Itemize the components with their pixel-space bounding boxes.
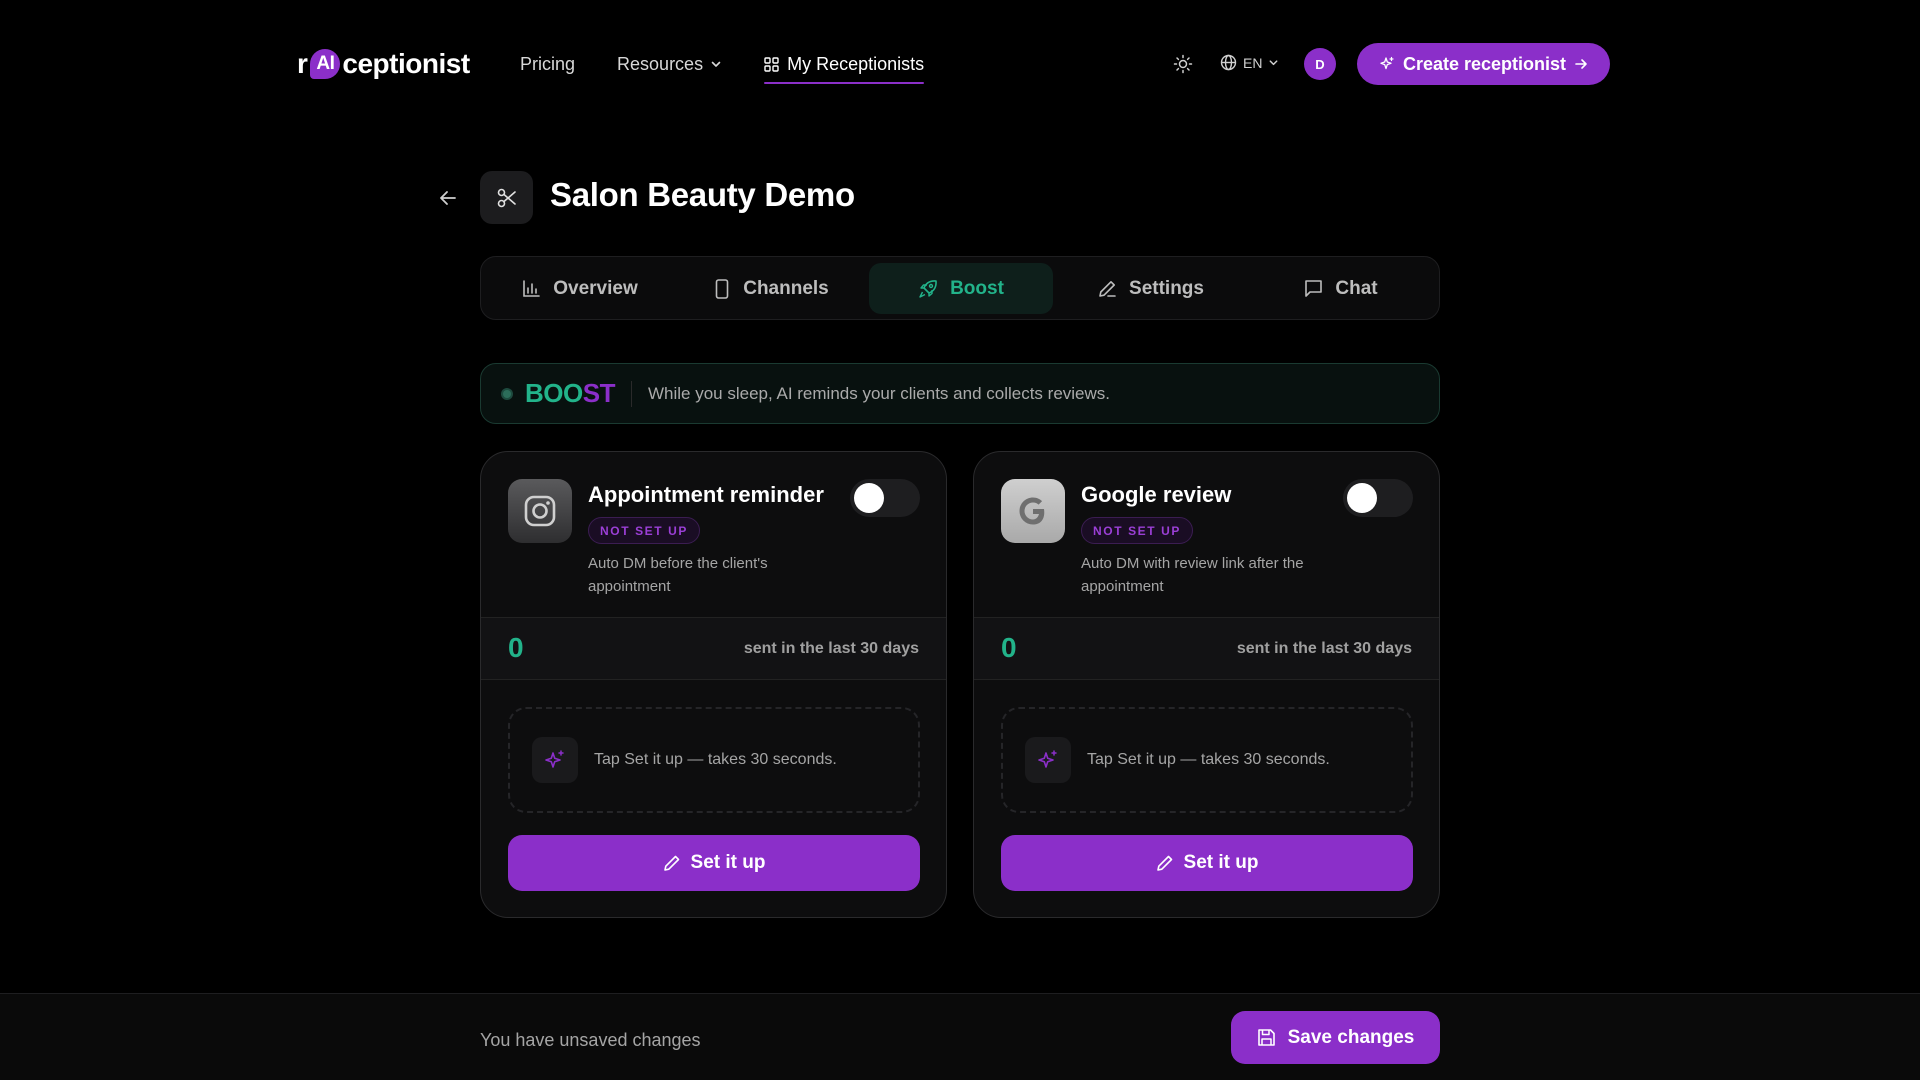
automation-card-google-review: Google review NOT SET UP Auto DM with re…	[973, 451, 1440, 918]
page-icon	[480, 171, 533, 224]
scissors-icon	[497, 188, 516, 207]
boost-wordmark: BOOST	[525, 378, 615, 409]
toggle-knob	[854, 483, 884, 513]
nav-resources-label: Resources	[617, 53, 704, 74]
tab-channels-label: Channels	[743, 277, 829, 299]
setup-hint: Tap Set it up — takes 30 seconds.	[508, 707, 920, 813]
toggle-knob	[1347, 483, 1377, 513]
setup-hint-text: Tap Set it up — takes 30 seconds.	[1087, 751, 1330, 768]
status-badge: NOT SET UP	[1081, 517, 1194, 544]
hint-icon-box	[532, 737, 578, 783]
set-it-up-button[interactable]: Set it up	[1001, 835, 1413, 891]
nav-pricing[interactable]: Pricing	[520, 50, 575, 78]
save-changes-label: Save changes	[1287, 1026, 1415, 1048]
tab-bar: Overview Channels Boost Settings Chat	[480, 256, 1440, 320]
nav-links: Pricing Resources My Receptionists	[520, 50, 966, 84]
sent-count: 0	[508, 632, 524, 663]
tab-overview-label: Overview	[553, 277, 638, 299]
unsaved-changes-text: You have unsaved changes	[480, 1030, 701, 1050]
avatar[interactable]: D	[1304, 48, 1336, 80]
set-it-up-label: Set it up	[1183, 852, 1259, 873]
tab-chat[interactable]: Chat	[1249, 263, 1433, 314]
setup-hint: Tap Set it up — takes 30 seconds.	[1001, 707, 1413, 813]
pencil-icon	[1156, 855, 1172, 871]
sent-count: 0	[1001, 632, 1017, 663]
globe-icon	[1220, 54, 1237, 71]
grid-icon	[764, 56, 779, 72]
unsaved-changes-bar: You have unsaved changes Save changes	[0, 993, 1920, 1080]
sparkles-icon	[1380, 56, 1394, 70]
set-it-up-label: Set it up	[690, 852, 766, 873]
card-description: Auto DM with review link after the appoi…	[1081, 555, 1304, 595]
chevron-down-icon	[1270, 60, 1278, 66]
nav-resources[interactable]: Resources	[617, 50, 722, 78]
tab-boost[interactable]: Boost	[869, 263, 1053, 314]
enable-toggle[interactable]	[850, 479, 920, 517]
message-icon	[1305, 280, 1323, 297]
sparkles-icon	[545, 750, 564, 768]
tab-settings-label: Settings	[1129, 277, 1204, 299]
phone-icon	[715, 278, 729, 299]
create-receptionist-label: Create receptionist	[1402, 53, 1567, 74]
chevron-down-icon	[711, 61, 721, 67]
sparkles-icon	[1038, 750, 1057, 768]
save-changes-button[interactable]: Save changes	[1231, 1011, 1440, 1064]
boost-banner: BOOST While you sleep, AI reminds your c…	[480, 363, 1440, 424]
boost-wordmark-a: BOO	[525, 378, 583, 408]
pencil-icon	[663, 855, 679, 871]
card-title: Google review	[1081, 482, 1232, 507]
set-it-up-button[interactable]: Set it up	[508, 835, 920, 891]
pencil-icon	[1099, 281, 1116, 297]
logo[interactable]: r AI ceptionist	[297, 44, 470, 84]
create-receptionist-button[interactable]: Create receptionist	[1357, 43, 1610, 85]
bar-chart-icon	[523, 280, 541, 297]
rocket-icon	[919, 279, 937, 298]
logo-ai-bubble: AI	[310, 49, 341, 79]
tab-settings[interactable]: Settings	[1059, 263, 1243, 314]
logo-text: ceptionist	[342, 48, 470, 79]
tab-overview[interactable]: Overview	[488, 263, 672, 314]
tab-chat-label: Chat	[1335, 277, 1378, 299]
sent-count-label: sent in the last 30 days	[1236, 640, 1412, 657]
sent-count-label: sent in the last 30 days	[743, 640, 919, 657]
hint-icon-box	[1025, 737, 1071, 783]
logo-r: r	[297, 48, 308, 79]
nav-pricing-label: Pricing	[520, 53, 576, 74]
tab-boost-label: Boost	[950, 277, 1004, 299]
boost-description: While you sleep, AI reminds your clients…	[647, 383, 1110, 403]
avatar-initial: D	[1315, 56, 1325, 72]
card-description: Auto DM before the client's appointment	[588, 555, 768, 595]
stat-row: 0 sent in the last 30 days	[481, 617, 946, 680]
arrow-right-icon	[1575, 59, 1587, 69]
google-icon	[1001, 479, 1065, 543]
card-title: Appointment reminder	[588, 482, 824, 507]
status-dot	[501, 387, 513, 400]
divider	[630, 380, 632, 407]
sun-icon[interactable]	[1173, 54, 1193, 74]
automation-card-appointment-reminder: Appointment reminder NOT SET UP Auto DM …	[480, 451, 947, 918]
instagram-icon	[508, 479, 572, 543]
language-selector[interactable]: EN	[1220, 54, 1279, 71]
back-arrow-icon[interactable]	[437, 187, 459, 209]
save-icon	[1257, 1029, 1275, 1046]
stat-row: 0 sent in the last 30 days	[974, 617, 1439, 680]
nav-my-receptionists-label: My Receptionists	[787, 53, 925, 74]
setup-hint-text: Tap Set it up — takes 30 seconds.	[594, 751, 837, 768]
status-badge: NOT SET UP	[588, 517, 701, 544]
nav-my-receptionists[interactable]: My Receptionists	[764, 50, 925, 84]
boost-wordmark-b: ST	[582, 378, 616, 408]
page-title: Salon Beauty Demo	[550, 176, 855, 213]
top-navbar: r AI ceptionist Pricing Resources My Rec…	[0, 0, 1920, 128]
enable-toggle[interactable]	[1343, 479, 1413, 517]
tab-channels[interactable]: Channels	[679, 263, 863, 314]
language-label: EN	[1243, 54, 1263, 71]
